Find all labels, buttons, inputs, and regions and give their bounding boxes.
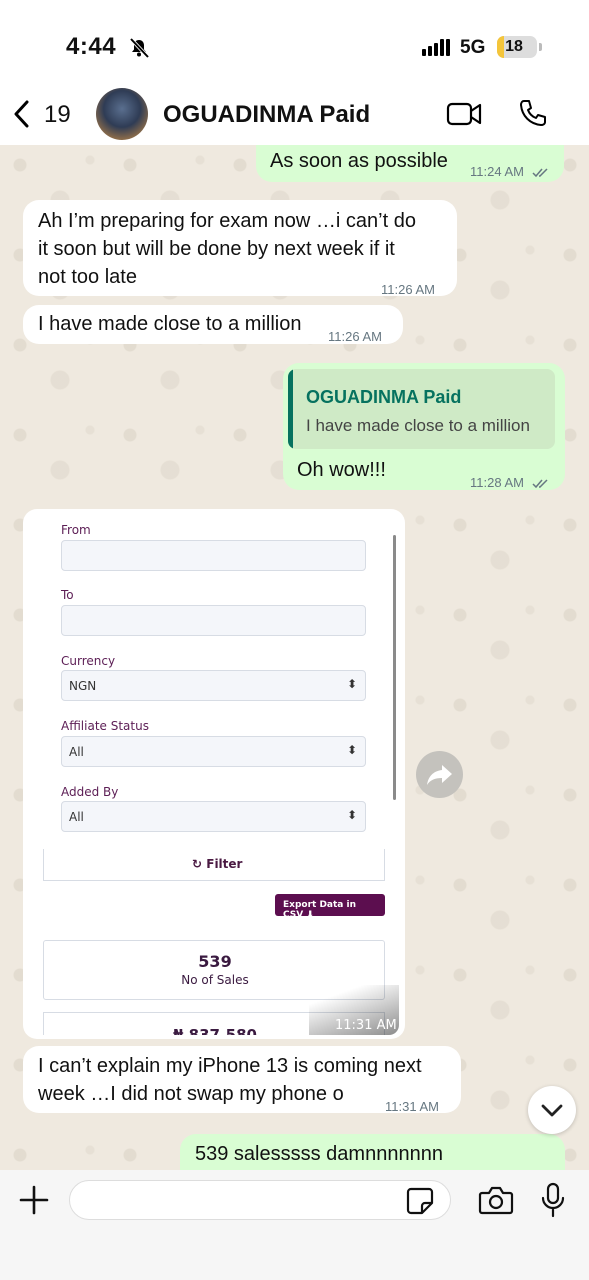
signal-icon xyxy=(422,38,452,56)
incoming-message[interactable]: I have made close to a million 11:26 AM xyxy=(23,305,403,344)
video-call-icon[interactable] xyxy=(446,101,482,127)
avatar[interactable] xyxy=(96,88,148,140)
select-caret-icon: ⬍ xyxy=(346,677,357,691)
message-time: 11:24 AM xyxy=(470,158,550,186)
filter-bar: ↻ Filter xyxy=(43,849,385,881)
chevron-down-icon xyxy=(541,1104,563,1117)
message-time: 11:26 AM xyxy=(381,282,435,297)
bell-off-icon xyxy=(129,37,150,59)
back-chevron-icon[interactable] xyxy=(10,98,34,130)
outgoing-message[interactable]: As soon as possible 11:24 AM xyxy=(256,145,564,182)
message-text: Ah I’m preparing for exam now …i can’t d… xyxy=(38,210,416,288)
sales-count: 539 xyxy=(198,952,232,971)
message-text: I have made close to a million xyxy=(38,313,302,335)
message-time: 11:28 AM xyxy=(470,469,550,497)
message-text: I can’t explain my iPhone 13 is coming n… xyxy=(38,1055,422,1105)
read-ticks-icon xyxy=(532,168,548,177)
unread-count[interactable]: 19 xyxy=(44,101,71,129)
battery-level: 18 xyxy=(505,38,523,55)
forward-button[interactable] xyxy=(416,751,463,798)
contact-name[interactable]: OGUADINMA Paid xyxy=(163,101,370,129)
export-csv-button: Export Data in CSV ⬇ xyxy=(275,894,385,920)
currency-label: Currency xyxy=(61,654,116,668)
quoted-sender: OGUADINMA Paid xyxy=(306,387,462,407)
shared-screenshot[interactable]: From To Currency NGN ⬍ Affiliate Status A… xyxy=(29,515,399,1035)
message-input[interactable] xyxy=(69,1180,451,1220)
status-bar: 4:44 5G 18 xyxy=(0,0,589,90)
affiliate-status-label: Affiliate Status xyxy=(61,719,149,733)
from-label: From xyxy=(61,523,91,537)
battery-icon: 18 xyxy=(497,36,537,58)
scroll-to-bottom-button[interactable] xyxy=(528,1086,576,1134)
filter-button: ↻ Filter xyxy=(192,857,243,871)
input-bar xyxy=(0,1170,589,1280)
refresh-icon: ↻ xyxy=(192,857,203,871)
select-caret-icon: ⬍ xyxy=(346,743,357,757)
select-caret-icon: ⬍ xyxy=(346,808,357,822)
currency-select: NGN ⬍ xyxy=(61,670,366,701)
network-type: 5G xyxy=(460,37,486,58)
outgoing-reply-message[interactable]: OGUADINMA Paid I have made close to a mi… xyxy=(283,363,565,490)
message-text: Oh wow!!! xyxy=(297,459,386,481)
camera-icon[interactable] xyxy=(478,1185,514,1215)
quoted-text: I have made close to a million xyxy=(306,416,530,435)
message-text: As soon as possible xyxy=(270,150,448,172)
incoming-message[interactable]: I can’t explain my iPhone 13 is coming n… xyxy=(23,1046,461,1114)
to-label: To xyxy=(61,588,74,602)
download-icon: ⬇ xyxy=(306,910,314,920)
message-time: 11:31 AM xyxy=(385,1099,439,1114)
status-time: 4:44 xyxy=(66,33,117,60)
quoted-message[interactable]: OGUADINMA Paid I have made close to a mi… xyxy=(288,369,555,449)
plus-icon[interactable] xyxy=(18,1184,50,1216)
message-time: 11:31 AM xyxy=(335,1018,397,1033)
microphone-icon[interactable] xyxy=(540,1182,566,1218)
added-by-select: All ⬍ xyxy=(61,801,366,832)
outgoing-message[interactable]: 539 salesssss damnnnnnnn xyxy=(180,1134,565,1170)
incoming-message[interactable]: Ah I’m preparing for exam now …i can’t d… xyxy=(23,200,457,297)
affiliate-status-select: All ⬍ xyxy=(61,736,366,767)
screenshot-scrollbar xyxy=(393,535,396,800)
to-field xyxy=(61,605,366,636)
from-field xyxy=(61,540,366,571)
phone-call-icon[interactable] xyxy=(518,98,548,128)
sticker-icon[interactable] xyxy=(405,1186,435,1216)
message-text: 539 salesssss damnnnnnnn xyxy=(195,1143,443,1165)
message-time: 11:26 AM xyxy=(328,329,382,344)
forward-arrow-icon xyxy=(427,765,452,785)
read-ticks-icon xyxy=(532,479,548,488)
added-by-label: Added By xyxy=(61,785,119,799)
chat-header: 19 OGUADINMA Paid xyxy=(0,85,589,145)
image-message[interactable]: From To Currency NGN ⬍ Affiliate Status A… xyxy=(23,509,405,1039)
